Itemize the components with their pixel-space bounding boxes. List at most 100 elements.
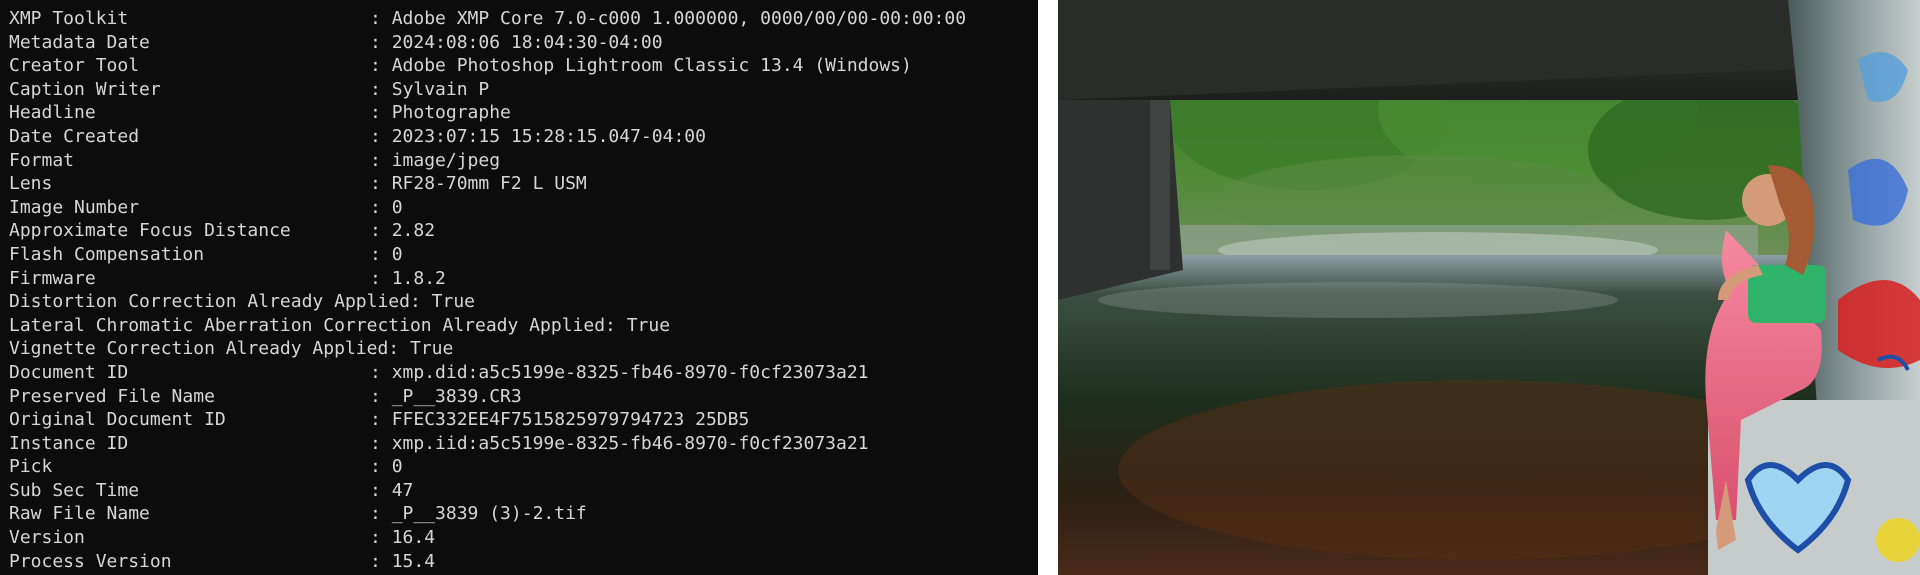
metadata-value: 1.8.2 [391, 267, 446, 289]
metadata-separator: : [370, 78, 392, 100]
metadata-separator: : [370, 527, 392, 549]
portrait-photo [1058, 0, 1920, 575]
metadata-value: 2024:08:06 18:04:30-04:00 [391, 31, 663, 53]
metadata-row: Lens: RF28-70mm F2 L USM [9, 172, 966, 196]
panel-divider [1038, 0, 1058, 575]
metadata-separator: : [370, 432, 392, 454]
metadata-row: Sub Sec Time: 47 [9, 479, 966, 503]
metadata-separator: : [370, 361, 392, 383]
metadata-value: Photographe [391, 102, 511, 124]
metadata-key: Firmware [9, 267, 96, 289]
metadata-key: Process Version [9, 550, 172, 572]
metadata-value: _P__3839.CR3 [391, 385, 522, 407]
terminal-window: XMP Toolkit: Adobe XMP Core 7.0-c000 1.0… [0, 0, 1038, 575]
metadata-separator: : [370, 196, 392, 218]
metadata-key: Format [9, 149, 75, 171]
metadata-key: Sub Sec Time [9, 479, 140, 501]
metadata-value: 2.82 [391, 220, 436, 242]
metadata-key: Version [9, 527, 85, 549]
metadata-value: True [626, 314, 671, 336]
metadata-value: 0 [391, 243, 403, 265]
metadata-key: Flash Compensation [9, 243, 205, 265]
metadata-row: Firmware: 1.8.2 [9, 267, 966, 291]
metadata-separator: : [370, 550, 392, 572]
metadata-row: Flash Compensation: 0 [9, 243, 966, 267]
metadata-separator: : [370, 125, 392, 147]
metadata-value: 2023:07:15 15:28:15.047-04:00 [391, 125, 706, 147]
metadata-separator: : [370, 8, 392, 29]
metadata-value: 47 [391, 479, 414, 501]
photo-illustration [1058, 0, 1920, 575]
metadata-key: Creator Tool [9, 55, 140, 77]
metadata-key: Instance ID [9, 432, 129, 454]
metadata-separator: : [370, 31, 392, 53]
metadata-key: Vignette Correction Already Applied [9, 338, 389, 360]
metadata-separator: : [370, 149, 392, 171]
metadata-separator: : [370, 243, 392, 265]
metadata-row: Distortion Correction Already Applied: T… [9, 290, 966, 314]
metadata-separator: : [370, 479, 392, 501]
metadata-separator: : [370, 55, 392, 77]
metadata-value: Adobe Photoshop Lightroom Classic 13.4 (… [391, 55, 912, 77]
metadata-value: 0 [391, 196, 403, 218]
metadata-separator: : [388, 338, 410, 360]
metadata-separator: : [370, 267, 392, 289]
metadata-key: Pick [9, 456, 53, 478]
metadata-row: XMP Toolkit: Adobe XMP Core 7.0-c000 1.0… [9, 7, 966, 31]
metadata-key: Lateral Chromatic Aberration Correction … [9, 314, 606, 336]
metadata-value: Sylvain P [391, 78, 490, 100]
metadata-separator: : [370, 503, 392, 525]
metadata-value: 16.4 [391, 527, 436, 549]
metadata-value: xmp.iid:a5c5199e-8325-fb46-8970-f0cf2307… [391, 432, 869, 454]
metadata-value: 0 [391, 456, 403, 478]
metadata-value: True [409, 338, 454, 360]
metadata-row: Instance ID: xmp.iid:a5c5199e-8325-fb46-… [9, 432, 966, 456]
metadata-row: Original Document ID: FFEC332EE4F7515825… [9, 408, 966, 432]
metadata-separator: : [370, 456, 392, 478]
metadata-value: xmp.did:a5c5199e-8325-fb46-8970-f0cf2307… [391, 361, 869, 383]
metadata-row: Raw File Name: _P__3839 (3)-2.tif [9, 502, 966, 526]
metadata-row: Vignette Correction Already Applied: Tru… [9, 337, 966, 361]
metadata-key: Document ID [9, 361, 129, 383]
metadata-key: Metadata Date [9, 31, 150, 53]
metadata-value: Adobe XMP Core 7.0-c000 1.000000, 0000/0… [391, 8, 967, 29]
metadata-row: Date Created: 2023:07:15 15:28:15.047-04… [9, 125, 966, 149]
metadata-row: Metadata Date: 2024:08:06 18:04:30-04:00 [9, 31, 966, 55]
metadata-separator: : [409, 291, 432, 313]
metadata-separator: : [370, 409, 392, 431]
metadata-row: Preserved File Name: _P__3839.CR3 [9, 385, 966, 409]
metadata-list: XMP Toolkit: Adobe XMP Core 7.0-c000 1.0… [9, 7, 966, 573]
metadata-separator: : [370, 173, 392, 195]
metadata-row: Creator Tool: Adobe Photoshop Lightroom … [9, 54, 966, 78]
metadata-key: Caption Writer [9, 78, 161, 100]
metadata-value: FFEC332EE4F7515825979794723 25DB5 [391, 409, 750, 431]
metadata-row: Pick: 0 [9, 455, 966, 479]
metadata-row: Caption Writer: Sylvain P [9, 78, 966, 102]
metadata-row: Format: image/jpeg [9, 149, 966, 173]
metadata-key: Image Number [9, 196, 140, 218]
metadata-value: 15.4 [391, 550, 436, 572]
metadata-key: Original Document ID [9, 409, 226, 431]
metadata-key: Raw File Name [9, 503, 150, 525]
metadata-row: Document ID: xmp.did:a5c5199e-8325-fb46-… [9, 361, 966, 385]
metadata-value: _P__3839 (3)-2.tif [391, 503, 587, 525]
metadata-key: Preserved File Name [9, 385, 215, 407]
metadata-value: image/jpeg [391, 149, 501, 171]
metadata-separator: : [370, 220, 392, 242]
metadata-key: Lens [9, 173, 53, 195]
metadata-key: Date Created [9, 125, 140, 147]
metadata-separator: : [370, 102, 392, 124]
metadata-separator: : [605, 314, 627, 336]
metadata-row: Process Version: 15.4 [9, 550, 966, 574]
metadata-separator: : [370, 385, 392, 407]
metadata-row: Lateral Chromatic Aberration Correction … [9, 314, 966, 338]
metadata-row: Headline: Photographe [9, 101, 966, 125]
metadata-value: True [431, 291, 476, 313]
metadata-row: Approximate Focus Distance: 2.82 [9, 219, 966, 243]
metadata-row: Image Number: 0 [9, 196, 966, 220]
metadata-value: RF28-70mm F2 L USM [391, 173, 587, 195]
metadata-key: Approximate Focus Distance [9, 220, 291, 242]
metadata-key: Distortion Correction Already Applied [9, 291, 410, 313]
metadata-row: Version: 16.4 [9, 526, 966, 550]
metadata-key: XMP Toolkit [9, 8, 129, 29]
